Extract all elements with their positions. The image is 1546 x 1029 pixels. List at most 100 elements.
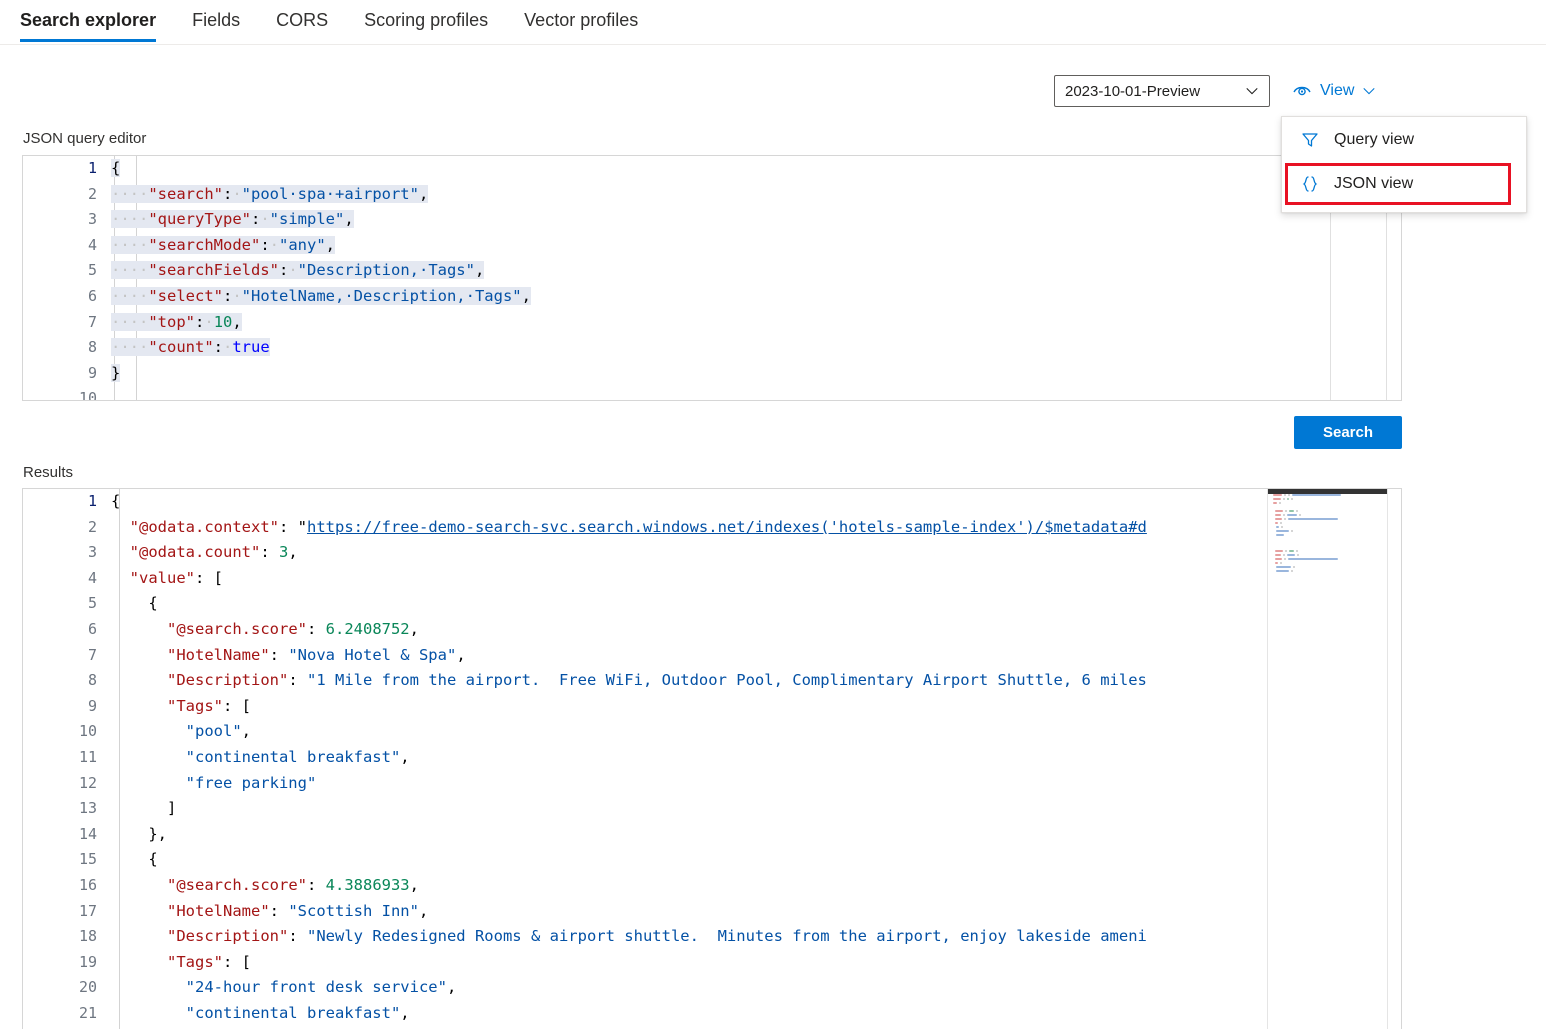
- code-line[interactable]: ····"searchFields":·"Description,·Tags",: [111, 258, 1401, 284]
- results-editor-code[interactable]: { "@odata.context": "https://free-demo-s…: [111, 489, 1265, 1029]
- code-line[interactable]: ····"top":·10,: [111, 310, 1401, 336]
- code-line[interactable]: "continental breakfast",: [111, 745, 1265, 771]
- tabbar-divider: [0, 44, 1546, 45]
- code-token: ,: [241, 722, 251, 741]
- code-line[interactable]: ]: [111, 796, 1265, 822]
- code-token: "continental breakfast": [185, 1003, 401, 1022]
- code-line[interactable]: ····"select":·"HotelName,·Description,·T…: [111, 284, 1401, 310]
- code-line[interactable]: "Tags": [: [111, 694, 1265, 720]
- toolbar: 2023-10-01-Preview View: [0, 62, 1546, 112]
- tab-vector-profiles[interactable]: Vector profiles: [524, 0, 638, 37]
- tab-bar: Search explorer Fields CORS Scoring profile…: [0, 0, 1546, 45]
- code-token: ,: [418, 901, 429, 920]
- results-minimap[interactable]: [1267, 489, 1387, 1029]
- menu-item-json-view[interactable]: JSON view: [1285, 163, 1511, 205]
- line-number: 14: [78, 824, 97, 843]
- code-line[interactable]: "@search.score": 6.2408752,: [111, 617, 1265, 643]
- code-token: : [: [223, 952, 251, 971]
- code-token: ,: [400, 747, 410, 766]
- view-button[interactable]: View: [1292, 78, 1376, 104]
- code-line[interactable]: "@search.score": 4.3886933,: [111, 873, 1265, 899]
- code-token: ,: [409, 875, 419, 894]
- code-line[interactable]: {: [111, 156, 1401, 182]
- code-token: "search": [148, 184, 223, 203]
- code-token: "@search.score": [167, 619, 307, 638]
- results-editor-gutter: 1 2 3 4 5 6 7 8 9 10 11 12 13 14 15 16 17 18 19 20 21: [23, 489, 111, 1029]
- code-line[interactable]: ····"queryType":·"simple",: [111, 207, 1401, 233]
- code-token: ,: [418, 184, 429, 203]
- code-line[interactable]: ····"searchMode":·"any",: [111, 233, 1401, 259]
- code-token: ·: [288, 261, 298, 280]
- code-line[interactable]: ····"count":·true: [111, 335, 1401, 361]
- code-token: ,: [400, 1003, 410, 1022]
- code-token: "simple": [269, 210, 345, 229]
- tab-search-explorer[interactable]: Search explorer: [20, 0, 157, 42]
- code-line[interactable]: "free parking": [111, 771, 1265, 797]
- code-token: : [: [195, 568, 223, 587]
- chevron-down-icon: [1245, 84, 1259, 98]
- code-line[interactable]: [111, 386, 1401, 400]
- line-number: 21: [78, 1003, 97, 1022]
- line-number: 4: [87, 568, 97, 587]
- code-line[interactable]: {: [111, 847, 1265, 873]
- code-token: "value": [129, 568, 195, 587]
- code-line[interactable]: "pool",: [111, 719, 1265, 745]
- code-token: "continental breakfast": [185, 747, 401, 766]
- minimap-slider[interactable]: [1268, 489, 1387, 494]
- code-line[interactable]: "continental breakfast",: [111, 1001, 1265, 1027]
- code-line[interactable]: },: [111, 822, 1265, 848]
- tab-scoring-profiles[interactable]: Scoring profiles: [364, 0, 488, 37]
- code-token: ·: [269, 235, 279, 254]
- code-token: :: [250, 210, 261, 229]
- line-number: 1: [87, 159, 97, 177]
- line-number: 16: [78, 875, 97, 894]
- code-token: ·: [232, 286, 242, 305]
- search-button[interactable]: Search: [1294, 416, 1402, 449]
- code-line[interactable]: {: [111, 591, 1265, 617]
- code-line[interactable]: }: [111, 361, 1401, 387]
- tab-fields[interactable]: Fields: [192, 0, 240, 37]
- code-token: 4.3886933: [325, 875, 410, 894]
- menu-item-query-view[interactable]: Query view: [1282, 117, 1526, 163]
- code-line[interactable]: "Description": "Newly Redesigned Rooms &…: [111, 924, 1265, 950]
- code-token: ,: [521, 286, 531, 305]
- results-vertical-scrollbar[interactable]: [1387, 489, 1401, 1029]
- code-token: "free parking": [185, 773, 317, 792]
- filter-funnel-icon: [1300, 130, 1320, 150]
- tab-cors[interactable]: CORS: [276, 0, 328, 37]
- code-token: ·: [223, 338, 233, 357]
- code-line[interactable]: "Tags": [: [111, 950, 1265, 976]
- code-line[interactable]: "24-hour front desk service",: [111, 975, 1265, 1001]
- minimap-row: [1268, 569, 1387, 573]
- code-token: ····: [111, 235, 149, 254]
- code-line[interactable]: {: [111, 489, 1265, 515]
- line-number: 18: [78, 927, 97, 946]
- json-query-editor[interactable]: 1 2 3 4 5 6 7 8 9 10 {····"search":·"pool·spa·+ai…: [22, 155, 1402, 401]
- code-token: "searchMode": [148, 235, 261, 254]
- code-token: ····: [111, 184, 149, 203]
- code-line[interactable]: "Description": "1 Mile from the airport.…: [111, 668, 1265, 694]
- results-label: Results: [23, 464, 74, 481]
- api-version-select[interactable]: 2023-10-01-Preview: [1054, 75, 1270, 107]
- code-line[interactable]: "HotelName": "Scottish Inn",: [111, 899, 1265, 925]
- code-token: {: [111, 850, 158, 869]
- query-editor-code[interactable]: {····"search":·"pool·spa·+airport", ····"…: [111, 156, 1401, 400]
- code-token: ,: [325, 235, 336, 254]
- code-token: 6.2408752: [325, 619, 410, 638]
- code-line[interactable]: ····"search":·"pool·spa·+airport",: [111, 182, 1401, 208]
- code-token: "searchFields": [148, 261, 279, 280]
- code-token: "Newly Redesigned Rooms & airport shuttl…: [307, 927, 1147, 946]
- code-line[interactable]: "@odata.context": "https://free-demo-sea…: [111, 515, 1265, 541]
- code-token: "1 Mile from the airport. Free WiFi, Out…: [307, 671, 1147, 690]
- line-number: 5: [87, 594, 97, 613]
- code-line[interactable]: "@odata.count": 3,: [111, 540, 1265, 566]
- line-number: 20: [78, 978, 97, 997]
- code-line[interactable]: "HotelName": "Nova Hotel & Spa",: [111, 643, 1265, 669]
- line-number: 19: [78, 952, 97, 971]
- code-line[interactable]: "value": [: [111, 566, 1265, 592]
- code-token: https://free-demo-search-svc.search.wind…: [307, 517, 1147, 536]
- results-editor[interactable]: 1 2 3 4 5 6 7 8 9 10 11 12 13 14 15 16 17 18 19 20 21 { "@od…: [22, 488, 1402, 1029]
